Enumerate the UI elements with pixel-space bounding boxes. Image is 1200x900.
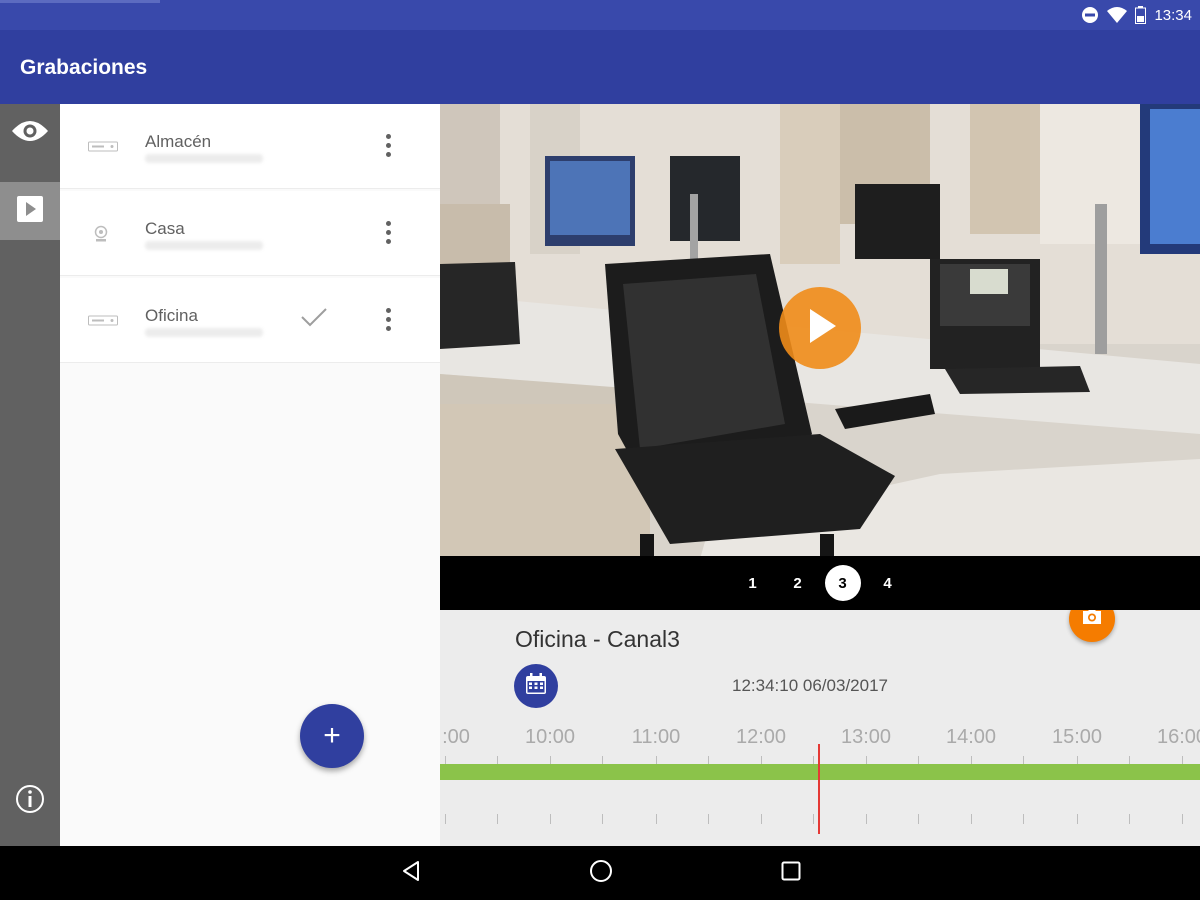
timeline-label: 13:00 — [840, 726, 892, 748]
timeline-tick — [708, 756, 709, 764]
battery-icon — [1135, 6, 1147, 24]
add-device-button[interactable]: + — [300, 704, 364, 768]
timeline-tick — [497, 814, 498, 824]
play-button[interactable] — [779, 287, 861, 369]
dvr-icon — [88, 314, 118, 332]
wifi-icon — [1107, 7, 1128, 23]
recents-icon — [781, 861, 801, 886]
camera-icon — [1082, 610, 1102, 630]
play-box-icon — [17, 195, 43, 227]
timeline-tick — [445, 756, 446, 764]
timeline-tick — [1077, 814, 1078, 824]
back-icon — [400, 860, 422, 887]
channel-button-2[interactable]: 2 — [780, 565, 816, 601]
recording-datetime: 12:34:10 06/03/2017 — [732, 676, 888, 695]
home-button[interactable] — [588, 859, 614, 888]
check-icon — [300, 306, 328, 333]
play-icon — [798, 304, 842, 353]
do-not-disturb-icon — [1081, 6, 1099, 24]
channel-button-3[interactable]: 3 — [824, 565, 861, 601]
device-name: Oficina — [145, 306, 198, 325]
device-address-blurred — [145, 241, 263, 250]
overflow-menu-icon[interactable] — [378, 217, 398, 247]
device-item-casa[interactable]: Casa — [60, 191, 440, 276]
recording-coverage-bar — [440, 764, 1200, 780]
timeline[interactable]: :00 10:00 11:00 12:00 13:00 14:00 15:00 … — [440, 722, 1200, 846]
app-bar: Grabaciones — [0, 30, 1200, 104]
status-bar: 13:34 — [0, 0, 1200, 30]
camera-icon — [92, 225, 110, 248]
app-title: Grabaciones — [20, 56, 148, 79]
timeline-tick — [550, 814, 551, 824]
timeline-tick — [497, 756, 498, 764]
info-icon — [15, 785, 45, 818]
timeline-tick — [1129, 814, 1130, 824]
timeline-label: :00 — [442, 726, 470, 748]
timeline-tick — [971, 814, 972, 824]
timeline-tick — [602, 756, 603, 764]
system-nav-bar — [0, 846, 1200, 900]
channel-button-4[interactable]: 4 — [870, 565, 906, 601]
device-item-almacen[interactable]: Almacén — [60, 104, 440, 189]
status-icons: 13:34 — [1081, 5, 1192, 25]
timeline-tick — [1182, 814, 1183, 824]
timeline-label: 12:00 — [735, 726, 787, 748]
channel-button-1[interactable]: 1 — [735, 565, 771, 601]
timeline-tick — [1182, 756, 1183, 764]
timeline-tick — [656, 814, 657, 824]
nav-recordings[interactable] — [0, 182, 60, 240]
device-address-blurred — [145, 328, 263, 337]
timeline-tick — [1023, 756, 1024, 764]
timeline-tick — [708, 814, 709, 824]
timeline-tick — [1129, 756, 1130, 764]
home-icon — [589, 859, 613, 888]
video-player[interactable] — [440, 104, 1200, 556]
device-name: Almacén — [145, 132, 212, 151]
overflow-menu-icon[interactable] — [378, 130, 398, 160]
timeline-tick — [656, 756, 657, 764]
channel-selector: 1 2 3 4 — [440, 556, 1200, 610]
timeline-tick — [761, 814, 762, 824]
calendar-icon — [524, 672, 548, 701]
timeline-tick — [918, 814, 919, 824]
overflow-menu-icon[interactable] — [378, 304, 398, 334]
timeline-tick — [813, 756, 814, 764]
timeline-label: 14:00 — [945, 726, 997, 748]
timeline-tick — [971, 756, 972, 764]
timeline-tick — [918, 756, 919, 764]
timeline-cursor[interactable] — [818, 744, 820, 834]
nav-rail — [0, 104, 60, 846]
device-name: Casa — [145, 219, 185, 238]
timeline-tick — [1077, 756, 1078, 764]
timeline-label: 15:00 — [1051, 726, 1103, 748]
timeline-tick — [866, 756, 867, 764]
recording-title: Oficina - Canal3 — [515, 626, 680, 652]
timeline-label: 16:00 — [1156, 726, 1200, 748]
device-item-oficina[interactable]: Oficina — [60, 278, 440, 363]
calendar-button[interactable] — [514, 664, 558, 708]
back-button[interactable] — [398, 860, 424, 886]
dvr-icon — [88, 140, 118, 158]
timeline-tick — [445, 814, 446, 824]
recents-button[interactable] — [778, 860, 804, 886]
timeline-tick — [866, 814, 867, 824]
timeline-tick — [813, 814, 814, 824]
recording-panel: Oficina - Canal3 12:34:10 06/03/2017 :00… — [440, 610, 1200, 846]
snapshot-button[interactable] — [1069, 610, 1115, 642]
timeline-label: 11:00 — [631, 726, 681, 748]
timeline-tick — [1023, 814, 1024, 824]
eye-icon — [11, 119, 49, 148]
timeline-tick — [602, 814, 603, 824]
timeline-tick — [761, 756, 762, 764]
status-bar-accent — [0, 0, 160, 3]
status-time: 13:34 — [1154, 6, 1192, 24]
device-list: Almacén Casa Oficina + — [60, 104, 440, 846]
timeline-tick — [550, 756, 551, 764]
nav-live-view[interactable] — [0, 104, 60, 162]
device-address-blurred — [145, 154, 263, 163]
info-button[interactable] — [15, 784, 45, 814]
timeline-label: 10:00 — [524, 726, 576, 748]
